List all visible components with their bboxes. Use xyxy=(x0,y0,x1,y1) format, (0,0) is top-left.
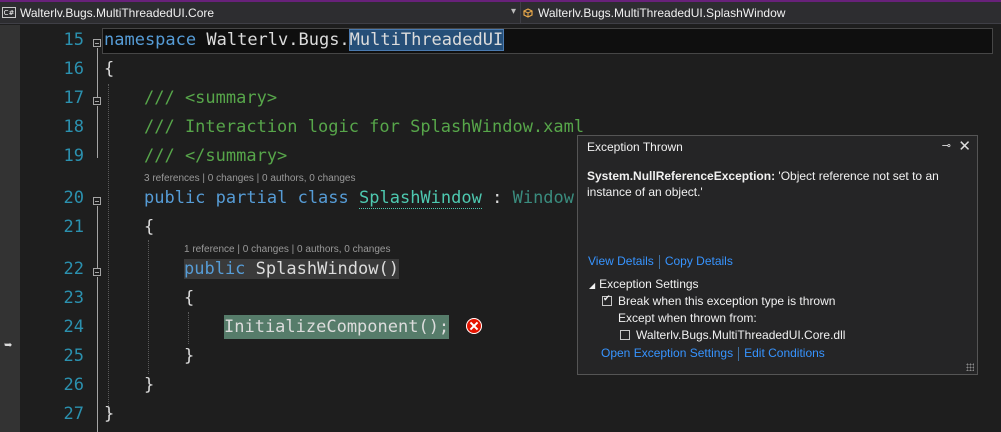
namespace-name-selected: MultiThreadedUI xyxy=(348,29,505,51)
keyword-public: public xyxy=(144,188,206,208)
code-line-brace[interactable]: } xyxy=(104,404,114,424)
fold-line xyxy=(97,48,98,97)
expand-triangle-icon[interactable]: ◢ xyxy=(589,281,595,290)
module-exception-option[interactable]: Walterlv.Bugs.MultiThreadedUI.Core.dll xyxy=(620,328,845,342)
namespace-name: Walterlv.Bugs. xyxy=(206,30,350,50)
line-number: 25 xyxy=(63,346,84,366)
resize-grip-icon[interactable] xyxy=(966,363,974,371)
code-line-comment[interactable]: /// Interaction logic for SplashWindow.x… xyxy=(144,117,584,137)
csharp-project-icon: C# xyxy=(2,7,16,18)
keyword-public: public xyxy=(184,259,246,279)
break-when-thrown-option[interactable]: Break when this exception type is thrown xyxy=(602,294,835,308)
exception-type: System.NullReferenceException: xyxy=(587,169,776,183)
navigation-bar: C# Walterlv.Bugs.MultiThreadedUI.Core ▾ … xyxy=(0,2,1001,24)
codelens-class[interactable]: 3 references | 0 changes | 0 authors, 0 … xyxy=(144,173,355,184)
collapse-comment-icon[interactable] xyxy=(93,97,101,105)
exception-popup-header: Exception Thrown ⊸ ✕ xyxy=(578,136,977,156)
module-checkbox[interactable] xyxy=(620,329,630,340)
break-when-thrown-label: Break when this exception type is thrown xyxy=(618,294,836,308)
keyword-class: class xyxy=(297,188,349,208)
line-number: 23 xyxy=(63,288,84,308)
fold-line xyxy=(97,106,98,158)
project-dropdown-label: Walterlv.Bugs.MultiThreadedUI.Core xyxy=(20,5,215,20)
line-number: 22 xyxy=(63,259,84,279)
chevron-down-icon[interactable]: ▾ xyxy=(511,6,516,17)
line-number: 21 xyxy=(63,217,84,237)
exception-helper-popup: Exception Thrown ⊸ ✕ System.NullReferenc… xyxy=(577,135,978,375)
line-number: 18 xyxy=(63,117,84,137)
view-details-link[interactable]: View Details xyxy=(588,254,654,268)
exception-settings-toggle[interactable]: ◢ Exception Settings xyxy=(589,277,699,291)
except-when-label: Except when thrown from: xyxy=(618,311,757,325)
codelens-constructor[interactable]: 1 reference | 0 changes | 0 authors, 0 c… xyxy=(184,244,390,255)
divider xyxy=(658,254,660,269)
line-number: 17 xyxy=(63,88,84,108)
code-line-current-statement[interactable]: InitializeComponent(); xyxy=(224,315,450,339)
line-number: 27 xyxy=(63,404,84,424)
fold-line xyxy=(97,206,98,268)
constructor-name: SplashWindow() xyxy=(255,259,399,279)
project-dropdown[interactable]: C# Walterlv.Bugs.MultiThreadedUI.Core ▾ xyxy=(2,2,521,23)
keyword-partial: partial xyxy=(215,188,288,208)
collapse-class-icon[interactable] xyxy=(93,197,101,205)
code-line-namespace[interactable]: namespace Walterlv.Bugs.MultiThreadedUI xyxy=(104,29,505,51)
class-name: SplashWindow xyxy=(359,188,482,209)
close-icon[interactable]: ✕ xyxy=(958,137,971,155)
member-dropdown-label: Walterlv.Bugs.MultiThreadedUI.SplashWind… xyxy=(538,5,786,20)
line-number: 15 xyxy=(63,30,84,50)
copy-details-link[interactable]: Copy Details xyxy=(665,254,733,268)
line-number: 19 xyxy=(63,146,84,166)
code-line-comment[interactable]: /// </summary> xyxy=(144,146,287,166)
line-number: 16 xyxy=(63,59,84,79)
fold-line xyxy=(97,357,98,432)
edit-conditions-link[interactable]: Edit Conditions xyxy=(744,346,825,360)
code-line-brace[interactable]: { xyxy=(184,288,194,308)
break-when-thrown-checkbox[interactable] xyxy=(602,294,612,306)
indent-guide xyxy=(108,84,109,416)
indent-guide xyxy=(148,240,149,374)
code-line-brace[interactable]: { xyxy=(104,59,114,79)
class-icon xyxy=(523,7,533,18)
base-type: Window xyxy=(512,188,575,208)
settings-links: Open Exception Settings Edit Conditions xyxy=(601,346,825,361)
code-line-class-declaration[interactable]: public partial class SplashWindow : Wind… xyxy=(144,188,575,209)
indicator-margin[interactable]: ➥ xyxy=(0,25,20,432)
colon: : xyxy=(492,188,503,208)
pin-icon[interactable]: ⊸ xyxy=(942,139,951,152)
code-line-brace[interactable]: } xyxy=(184,346,194,366)
collapse-constructor-icon[interactable] xyxy=(93,268,101,276)
collapse-namespace-icon[interactable] xyxy=(93,39,101,47)
code-line-brace[interactable]: } xyxy=(144,375,154,395)
module-label: Walterlv.Bugs.MultiThreadedUI.Core.dll xyxy=(636,328,846,342)
next-statement-arrow-icon: ➥ xyxy=(4,340,13,351)
divider xyxy=(738,346,740,361)
indent-guide xyxy=(188,312,189,344)
error-icon[interactable] xyxy=(466,318,482,334)
exception-settings-label: Exception Settings xyxy=(599,277,699,291)
fold-line xyxy=(97,277,98,357)
code-line-constructor[interactable]: public SplashWindow() xyxy=(184,259,399,279)
code-line-brace[interactable]: { xyxy=(144,217,154,237)
open-exception-settings-link[interactable]: Open Exception Settings xyxy=(601,346,733,360)
keyword-namespace: namespace xyxy=(104,30,197,50)
code-line-comment[interactable]: /// <summary> xyxy=(144,88,277,108)
exception-popup-title: Exception Thrown xyxy=(587,140,683,154)
member-dropdown[interactable]: Walterlv.Bugs.MultiThreadedUI.SplashWind… xyxy=(522,2,1001,23)
line-number: 20 xyxy=(63,188,84,208)
exception-message: System.NullReferenceException: 'Object r… xyxy=(587,168,967,200)
line-number: 24 xyxy=(63,317,84,337)
line-number: 26 xyxy=(63,375,84,395)
details-links: View Details Copy Details xyxy=(588,254,733,269)
